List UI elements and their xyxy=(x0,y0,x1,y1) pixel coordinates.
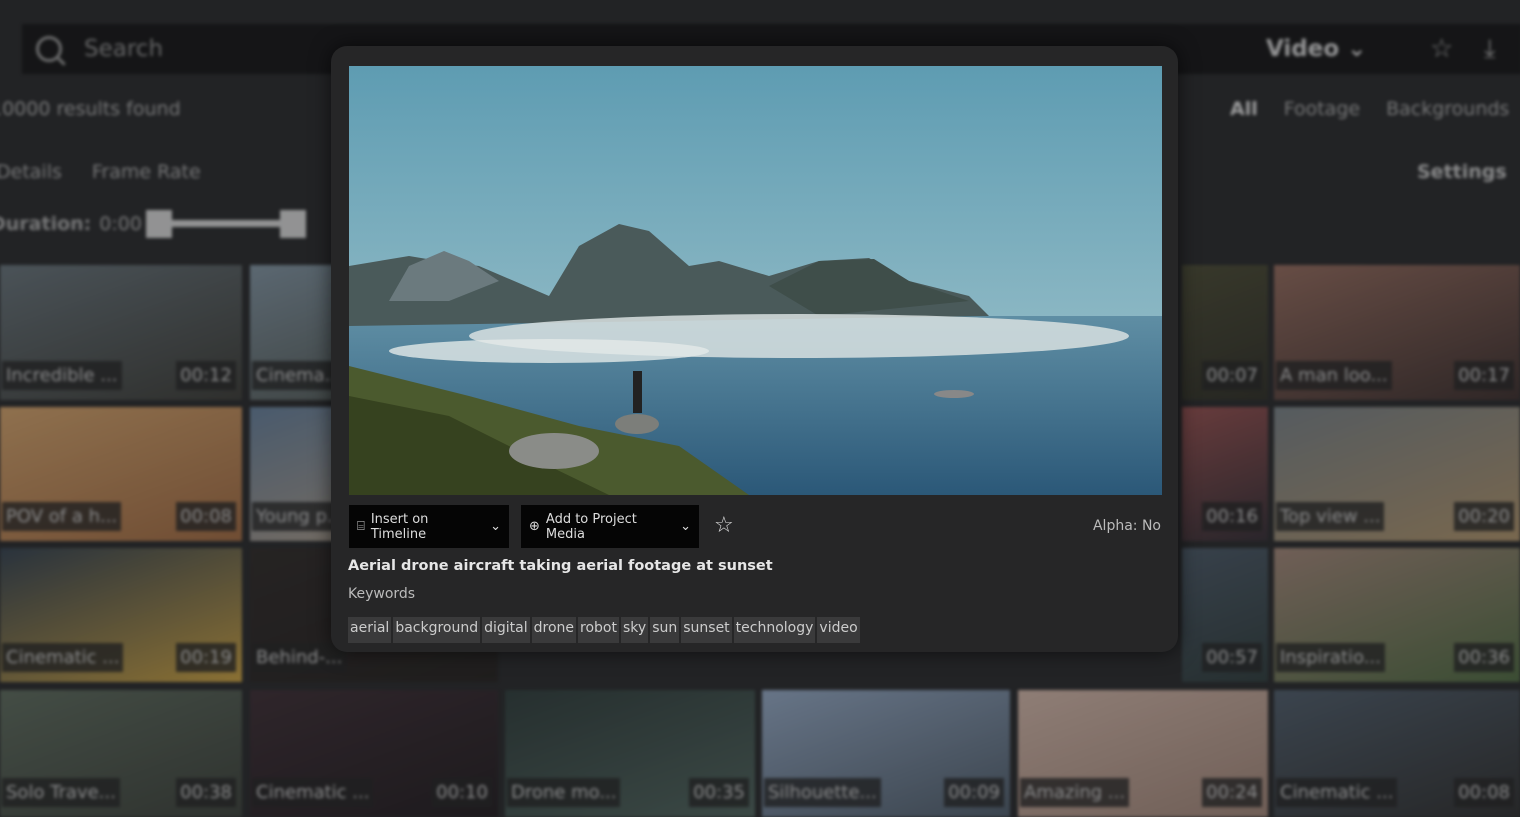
star-icon[interactable]: ☆ xyxy=(1430,34,1453,64)
timeline-icon: ⌸ xyxy=(357,519,365,534)
clip-title: Aerial drone aircraft taking aerial foot… xyxy=(348,558,773,574)
chevron-down-icon: ⌄ xyxy=(680,519,691,534)
keyword-tag[interactable]: video xyxy=(817,617,860,643)
filter-details[interactable]: Details xyxy=(0,161,62,183)
grid-item-duration: 00:12 xyxy=(176,361,236,390)
download-circle-icon: ⊕ xyxy=(529,519,540,534)
add-label: Add to Project Media xyxy=(545,511,637,542)
keyword-tag[interactable]: sun xyxy=(650,617,680,643)
keyword-tag[interactable]: drone xyxy=(531,617,577,643)
grid-item-title: Inspiratio... xyxy=(1276,643,1385,672)
insert-label: Insert on Timeline xyxy=(370,511,429,542)
favorite-star-icon[interactable]: ☆ xyxy=(714,513,734,538)
grid-item-title: Cinematic ... xyxy=(2,643,124,672)
grid-item-title: Cinematic ... xyxy=(252,778,374,807)
alpha-info: Alpha: No xyxy=(1092,518,1161,534)
keyword-tags: aerial background digital drone robot sky sun s… xyxy=(348,617,860,643)
grid-item[interactable]: Inspiratio... 00:36 xyxy=(1274,548,1520,682)
grid-item-duration: 00:20 xyxy=(1454,502,1514,531)
grid-item-title: Behind-... xyxy=(252,643,347,672)
grid-item-duration: 00:24 xyxy=(1202,778,1262,807)
settings-button[interactable]: Settings xyxy=(1417,161,1507,183)
grid-item-title: Silhouette... xyxy=(764,778,881,807)
grid-item-duration: 00:09 xyxy=(944,778,1004,807)
grid-item[interactable]: Solo Trave... 00:38 xyxy=(0,690,242,817)
chevron-down-icon: ⌄ xyxy=(490,519,501,534)
search-icon xyxy=(36,36,62,62)
grid-item[interactable]: 00:07 xyxy=(1182,265,1268,400)
results-count: 10000 results found xyxy=(0,98,181,120)
slider-handle-max[interactable] xyxy=(279,210,306,238)
grid-item-title: POV of a h... xyxy=(2,502,122,531)
grid-item-title: Top view ... xyxy=(1276,502,1385,531)
grid-item-duration: 00:08 xyxy=(1454,778,1514,807)
grid-item[interactable]: 00:16 xyxy=(1182,407,1268,541)
grid-item-duration: 00:08 xyxy=(176,502,236,531)
media-type-label: Video xyxy=(1266,36,1340,62)
slider-handle-min[interactable] xyxy=(145,210,172,238)
grid-item[interactable]: Drone mo... 00:35 xyxy=(505,690,755,817)
media-type-dropdown[interactable]: Video ⌄ xyxy=(1266,36,1366,62)
grid-item-title: Amazing ... xyxy=(1020,778,1130,807)
insert-on-timeline-button[interactable]: ⌸ Insert on Timeline ⌄ xyxy=(349,505,509,548)
grid-item-duration: 00:16 xyxy=(1202,502,1262,531)
duration-filter: Duration: 0:00 xyxy=(0,210,306,238)
duration-label: Duration: xyxy=(0,213,92,235)
grid-item[interactable]: Incredible ... 00:12 xyxy=(0,265,242,400)
grid-item[interactable]: Cinematic ... 00:10 xyxy=(250,690,498,817)
grid-item[interactable]: Amazing ... 00:24 xyxy=(1018,690,1268,817)
grid-item-duration: 00:07 xyxy=(1202,361,1262,390)
grid-item-duration: 00:38 xyxy=(176,778,236,807)
grid-item-title: Cinematic ... xyxy=(1276,778,1398,807)
grid-item[interactable]: A man loo... 00:17 xyxy=(1274,265,1520,400)
grid-item[interactable]: Cinematic ... 00:08 xyxy=(1274,690,1520,817)
keywords-label: Keywords xyxy=(348,586,416,602)
grid-item-duration: 00:57 xyxy=(1202,643,1262,672)
grid-item[interactable]: POV of a h... 00:08 xyxy=(0,407,242,541)
keyword-tag[interactable]: aerial xyxy=(348,617,392,643)
search-input[interactable]: Search xyxy=(84,36,163,62)
keyword-tag[interactable]: background xyxy=(393,617,481,643)
duration-min: 0:00 xyxy=(99,213,142,235)
filter-tabs: All Footage Backgrounds xyxy=(1230,98,1509,120)
download-icon[interactable]: ⤓ xyxy=(1484,34,1496,65)
grid-item-duration: 00:10 xyxy=(432,778,492,807)
preview-video[interactable] xyxy=(349,66,1162,495)
grid-item-duration: 00:19 xyxy=(176,643,236,672)
tab-all[interactable]: All xyxy=(1230,98,1258,120)
tab-backgrounds[interactable]: Backgrounds xyxy=(1386,98,1509,120)
grid-item-duration: 00:35 xyxy=(689,778,749,807)
grid-item-title: Incredible ... xyxy=(2,361,122,390)
keyword-tag[interactable]: technology xyxy=(733,617,816,643)
grid-item-title: Solo Trave... xyxy=(2,778,120,807)
keyword-tag[interactable]: sky xyxy=(621,617,649,643)
duration-slider[interactable] xyxy=(145,210,306,238)
grid-item-duration: 00:17 xyxy=(1454,361,1514,390)
grid-item-title: A man loo... xyxy=(1276,361,1392,390)
add-to-project-media-button[interactable]: ⊕ Add to Project Media ⌄ xyxy=(521,505,699,548)
grid-item[interactable]: Cinematic ... 00:19 xyxy=(0,548,242,682)
grid-item[interactable]: Top view ... 00:20 xyxy=(1274,407,1520,541)
preview-popup: ⌸ Insert on Timeline ⌄ ⊕ Add to Project … xyxy=(331,46,1178,652)
grid-item-title: Drone mo... xyxy=(507,778,621,807)
grid-item[interactable]: 00:57 xyxy=(1182,548,1268,682)
filter-frame-rate[interactable]: Frame Rate xyxy=(92,161,201,183)
grid-item[interactable]: Silhouette... 00:09 xyxy=(762,690,1010,817)
keyword-tag[interactable]: robot xyxy=(578,617,619,643)
keyword-tag[interactable]: sunset xyxy=(681,617,732,643)
tab-footage[interactable]: Footage xyxy=(1284,98,1360,120)
keyword-tag[interactable]: digital xyxy=(482,617,530,643)
grid-item-duration: 00:36 xyxy=(1454,643,1514,672)
